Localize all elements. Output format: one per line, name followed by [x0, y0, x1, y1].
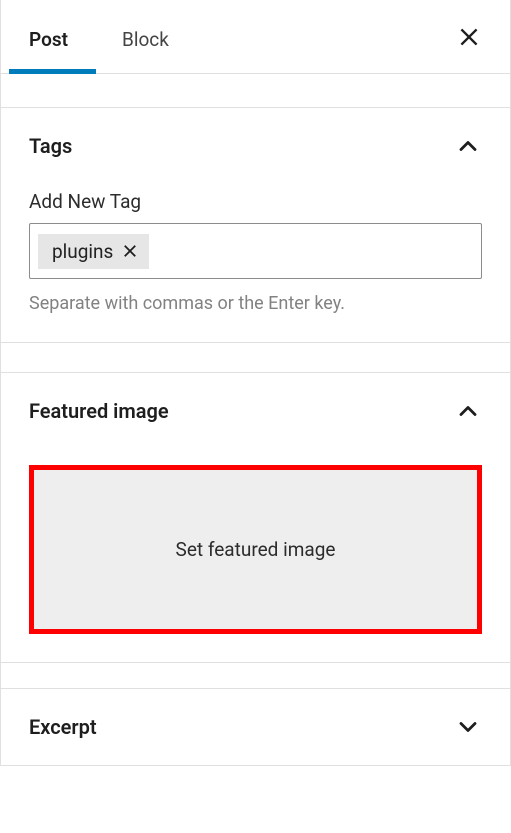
panel-divider: [1, 74, 510, 108]
chevron-up-icon: [454, 132, 482, 160]
settings-sidebar: Post Block Tags Add New Tag plugins: [0, 0, 511, 766]
tabs: Post Block: [1, 0, 199, 73]
chevron-down-icon: [454, 713, 482, 741]
tag-help-text: Separate with commas or the Enter key.: [29, 293, 482, 314]
panel-divider: [1, 343, 510, 373]
tag-input[interactable]: [151, 235, 475, 268]
panel-featured-image-body: Set featured image: [1, 449, 510, 662]
tag-chip-label: plugins: [52, 240, 113, 263]
set-featured-image-button[interactable]: Set featured image: [34, 470, 477, 629]
tag-chip: plugins: [38, 234, 149, 269]
tab-post[interactable]: Post: [1, 0, 92, 73]
panel-tags-body: Add New Tag plugins Separate with commas…: [1, 184, 510, 342]
panel-featured-image-header[interactable]: Featured image: [1, 373, 510, 449]
panel-divider: [1, 663, 510, 689]
chevron-up-icon: [454, 397, 482, 425]
tabs-header: Post Block: [1, 0, 510, 74]
panel-excerpt-title: Excerpt: [29, 715, 97, 739]
panel-excerpt: Excerpt: [1, 689, 510, 766]
featured-image-highlight: Set featured image: [29, 465, 482, 634]
close-icon[interactable]: [446, 14, 492, 60]
tag-input-box[interactable]: plugins: [29, 223, 482, 279]
panel-excerpt-header[interactable]: Excerpt: [1, 689, 510, 765]
add-tag-label: Add New Tag: [29, 190, 482, 213]
panel-tags-title: Tags: [29, 134, 72, 158]
panel-featured-image: Featured image Set featured image: [1, 373, 510, 663]
panel-featured-image-title: Featured image: [29, 399, 169, 423]
panel-tags: Tags Add New Tag plugins Separate with c…: [1, 108, 510, 343]
panel-tags-header[interactable]: Tags: [1, 108, 510, 184]
remove-tag-icon[interactable]: [121, 242, 139, 260]
tab-block[interactable]: Block: [98, 0, 193, 73]
